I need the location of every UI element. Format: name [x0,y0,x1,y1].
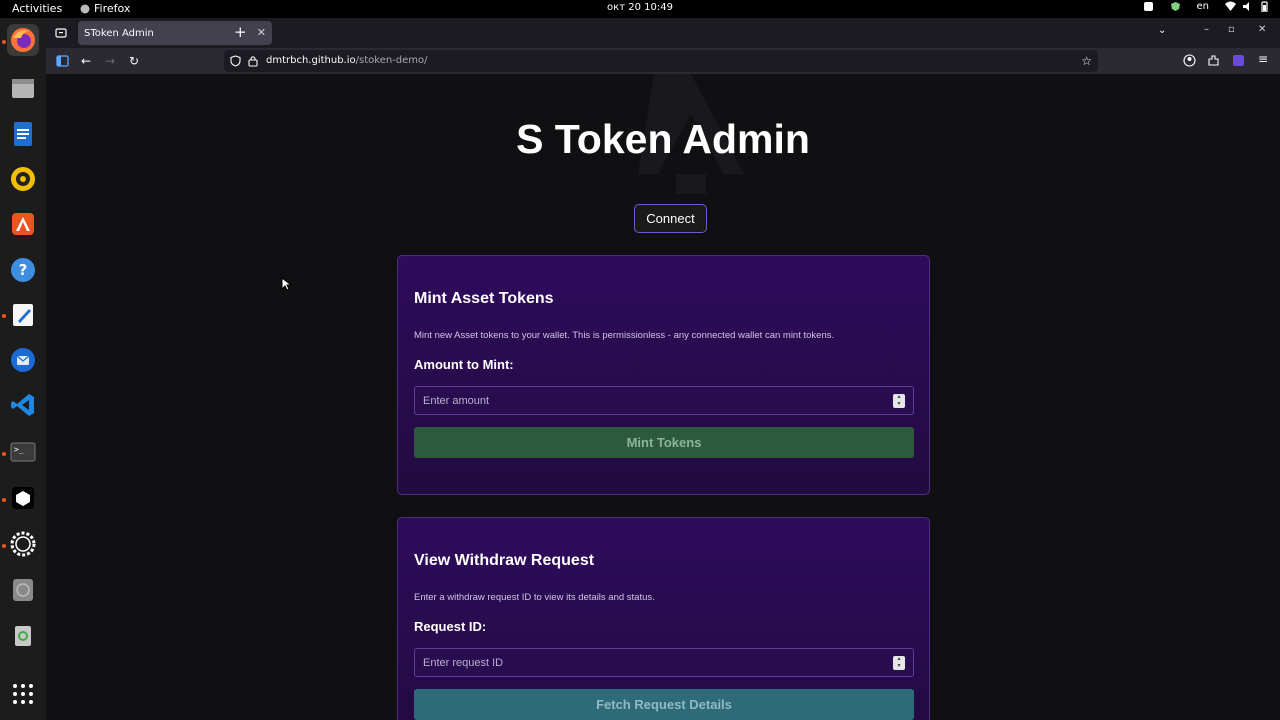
mouse-cursor-icon [281,277,291,291]
lock-icon[interactable] [248,55,258,67]
terminal-icon: >_ [10,442,36,462]
text-editor-icon [13,304,33,326]
mint-heading: Mint Asset Tokens [414,290,554,307]
tracking-shield-icon[interactable] [230,55,241,67]
extension-icon[interactable] [1232,54,1245,67]
request-id-placeholder: Enter request ID [423,657,504,669]
system-tray[interactable]: en [1143,1,1271,12]
package-icon [12,487,34,509]
amount-spinner-icon[interactable]: ▴ ▾ [893,394,905,408]
mint-card: Mint Asset Tokens Mint new Asset tokens … [397,255,930,495]
app-center-icon [12,213,34,235]
dock-app-center[interactable] [7,208,39,240]
dock: ? >_ [0,18,46,720]
wifi-icon[interactable] [1225,1,1236,12]
menu-hamburger-icon[interactable]: ≡ [1258,52,1268,66]
vscode-icon [11,394,34,416]
system-top-bar: Activities Firefox окт 20 10:49 en [0,0,1280,18]
tab-bar: SToken Admin ✕ + ⌄ – ▫ ✕ [46,18,1280,48]
withdraw-card: View Withdraw Request Enter a withdraw r… [397,517,930,720]
url-bar[interactable]: dmtrbch.github.io/stoken-demo/ ☆ [224,50,1098,72]
list-tabs-chevron-down-icon[interactable]: ⌄ [1158,25,1166,36]
clock[interactable]: окт 20 10:49 [0,2,1280,13]
dock-firefox[interactable] [7,24,39,56]
mint-tokens-button[interactable]: Mint Tokens [414,427,914,458]
url-path: /stoken-demo/ [355,55,428,66]
package-tray-icon[interactable] [1143,1,1154,12]
withdraw-description: Enter a withdraw request ID to view its … [414,592,655,603]
dock-app-grid[interactable] [7,678,39,710]
volume-icon[interactable] [1242,1,1253,12]
nav-bar: ← → ↻ dmtrbch.github.io/stoken-demo/ ☆ ≡ [46,48,1280,74]
page-content: S Token Admin Connect Mint Asset Tokens … [46,74,1280,720]
extensions-puzzle-icon[interactable] [1207,54,1220,67]
window-close-icon[interactable]: ✕ [1258,24,1266,35]
request-id-input[interactable]: Enter request ID ▴ ▾ [414,648,914,677]
maximize-icon[interactable]: ▫ [1228,24,1235,35]
account-icon[interactable] [1183,54,1196,67]
dock-trash[interactable] [7,619,39,651]
request-id-label: Request ID: [414,619,487,634]
dock-files[interactable] [7,72,39,104]
rhythmbox-icon [11,167,35,191]
url-host: dmtrbch.github.io [266,55,356,66]
tab-title: SToken Admin [84,27,154,39]
tab-overview-icon[interactable] [55,27,67,39]
fetch-request-button[interactable]: Fetch Request Details [414,689,914,720]
dock-terminal[interactable]: >_ [7,436,39,468]
trash-icon [15,626,31,646]
shield-tray-icon[interactable] [1170,1,1181,12]
svg-text:?: ? [19,261,28,279]
dock-thunderbird[interactable] [7,344,39,376]
back-arrow-icon[interactable]: ← [78,53,94,69]
dock-text-editor[interactable] [7,299,39,331]
page-title: S Token Admin [516,116,810,162]
writer-icon [14,122,32,146]
battery-icon[interactable] [1259,1,1270,12]
dock-rhythmbox[interactable] [7,163,39,195]
settings-icon [10,531,36,557]
dock-help[interactable]: ? [7,254,39,286]
request-id-spinner-icon[interactable]: ▴ ▾ [893,656,905,670]
connect-button[interactable]: Connect [634,204,707,233]
bookmark-star-icon[interactable]: ☆ [1081,50,1092,72]
amount-label: Amount to Mint: [414,357,514,372]
help-icon: ? [11,258,35,282]
keyboard-layout[interactable]: en [1197,1,1210,12]
reload-icon[interactable]: ↻ [126,53,142,69]
sidebar-icon[interactable] [56,55,69,67]
svg-text:>_: >_ [14,445,24,454]
new-tab-button[interactable]: + [234,23,247,41]
app-grid-icon [13,684,33,704]
dock-writer[interactable] [7,118,39,150]
amount-placeholder: Enter amount [423,395,490,407]
thunderbird-icon [11,348,35,372]
files-icon [12,79,34,98]
withdraw-heading: View Withdraw Request [414,552,595,569]
dock-package[interactable] [7,482,39,514]
dock-vscode[interactable] [7,389,39,421]
dock-disc[interactable] [7,574,39,606]
forward-arrow-icon[interactable]: → [102,53,118,69]
mint-description: Mint new Asset tokens to your wallet. Th… [414,330,835,341]
disc-icon [13,579,33,601]
firefox-icon [11,28,35,52]
amount-input[interactable]: Enter amount ▴ ▾ [414,386,914,415]
minimize-icon[interactable]: – [1204,24,1209,35]
dock-settings[interactable] [7,528,39,560]
tab-close-icon[interactable]: ✕ [257,26,266,39]
